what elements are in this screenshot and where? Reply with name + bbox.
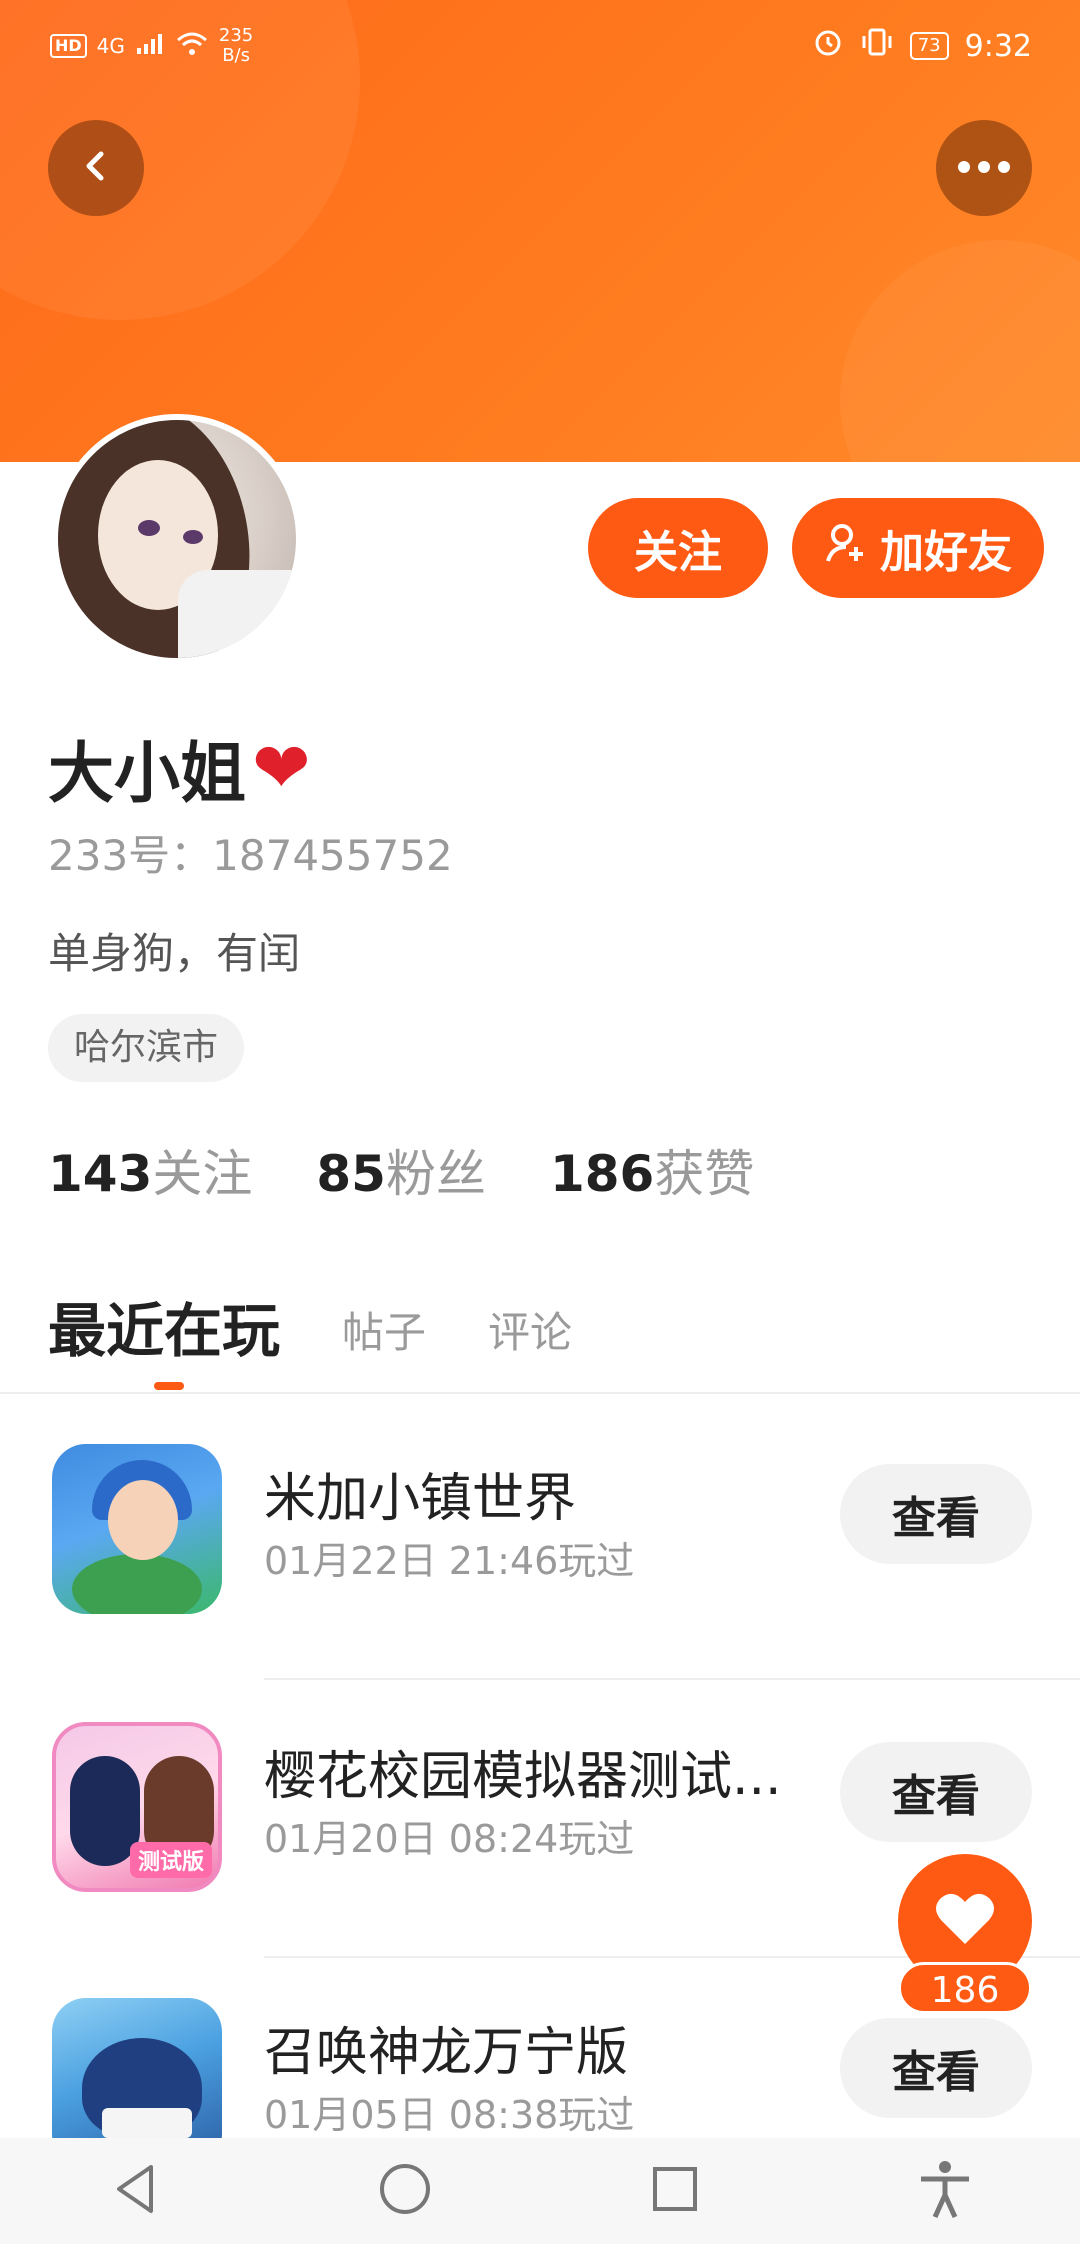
status-bar: HD 4G 235 B/s 73 9:32 [0, 0, 1080, 96]
clock: 9:32 [964, 28, 1032, 64]
alarm-icon [812, 26, 844, 66]
view-button[interactable]: 查看 [840, 1742, 1032, 1842]
game-icon-art [108, 1480, 178, 1560]
vibrate-icon [860, 26, 894, 66]
add-friend-button[interactable]: 加好友 [792, 498, 1044, 598]
more-options-button[interactable] [936, 120, 1032, 216]
test-version-badge: 测试版 [129, 1842, 212, 1878]
divider [0, 1392, 1080, 1394]
stat-following-label: 关注 [152, 1145, 253, 1203]
wifi-icon [175, 31, 209, 62]
square-recents-icon [651, 2165, 699, 2217]
user-id-value: 187455752 [212, 831, 453, 880]
add-friend-button-label: 加好友 [880, 527, 1012, 578]
nav-back-button[interactable] [75, 2138, 195, 2244]
stat-followers[interactable]: 85粉丝 [316, 1134, 486, 1206]
accessibility-icon [917, 2159, 973, 2223]
view-button[interactable]: 查看 [840, 1464, 1032, 1564]
signal-icon [135, 32, 165, 61]
nav-home-button[interactable] [345, 2138, 465, 2244]
game-played-time: 01月20日 08:24玩过 [264, 1817, 635, 1861]
game-icon-art [102, 2108, 192, 2138]
user-id: 233号：187455752 [48, 822, 453, 883]
profile-name: 大小姐 ❤ [48, 720, 311, 816]
banner-decoration [840, 240, 1080, 462]
avatar-eye [183, 530, 203, 544]
game-title: 召唤神龙万宁版 [264, 2023, 629, 2083]
network-speed: 235 B/s [219, 26, 253, 66]
game-icon[interactable] [52, 1444, 222, 1614]
stat-likes-number: 186 [549, 1145, 655, 1203]
stat-likes-label: 获赞 [654, 1145, 755, 1203]
system-navigation-bar [0, 2138, 1080, 2244]
location-tag: 哈尔滨市 [48, 1014, 245, 1082]
back-button[interactable] [48, 120, 144, 216]
heart-emoji: ❤ [252, 727, 311, 809]
tab-recently-played[interactable]: 最近在玩 [48, 1284, 280, 1368]
stat-likes[interactable]: 186获赞 [550, 1134, 754, 1206]
active-tab-indicator [154, 1382, 184, 1390]
profile-tabs: 最近在玩 帖子 评论 [48, 1284, 572, 1368]
network-type: 4G [96, 34, 125, 58]
like-count-badge: 186 [898, 1962, 1032, 2014]
game-played-time: 01月05日 08:38玩过 [264, 2093, 635, 2137]
battery-indicator: 73 [909, 32, 949, 60]
stat-following[interactable]: 143关注 [48, 1134, 252, 1206]
game-title: 米加小镇世界 [264, 1469, 577, 1529]
heart-icon [935, 1892, 995, 1950]
stat-following-number: 143 [48, 1145, 153, 1203]
triangle-back-icon [113, 2163, 157, 2219]
stat-followers-number: 85 [316, 1145, 386, 1203]
avatar-eye [138, 520, 160, 536]
follow-button[interactable]: 关注 [588, 498, 768, 598]
speed-value: 235 [218, 25, 254, 46]
follow-button-label: 关注 [634, 527, 722, 578]
profile-name-text: 大小姐 [48, 735, 246, 812]
speed-unit: B/s [222, 45, 250, 66]
avatar-shirt [178, 570, 296, 658]
avatar[interactable] [52, 414, 302, 664]
nav-recents-button[interactable] [615, 2138, 735, 2244]
profile-stats: 143关注 85粉丝 186获赞 [48, 1134, 754, 1206]
stat-followers-label: 粉丝 [385, 1145, 486, 1203]
divider [264, 1678, 1080, 1680]
tab-posts[interactable]: 帖子 [342, 1299, 426, 1368]
user-id-label: 233号： [48, 831, 213, 880]
game-icon-art [72, 1554, 202, 1614]
list-item[interactable]: 米加小镇世界 01月22日 21:46玩过 查看 [0, 1404, 1080, 1682]
tab-comments[interactable]: 评论 [488, 1299, 572, 1368]
game-title: 樱花校园模拟器测试... [264, 1747, 782, 1807]
add-user-icon [824, 521, 868, 576]
view-button[interactable]: 查看 [840, 2018, 1032, 2118]
circle-home-icon [378, 2162, 432, 2220]
game-icon[interactable]: 测试版 [52, 1722, 222, 1892]
nav-accessibility-button[interactable] [885, 2138, 1005, 2244]
hd-indicator: HD [50, 34, 87, 58]
game-played-time: 01月22日 21:46玩过 [264, 1539, 635, 1583]
more-horizontal-icon [954, 159, 1014, 178]
chevron-left-icon [76, 146, 116, 190]
profile-bio: 单身狗，有闰 [48, 929, 301, 978]
